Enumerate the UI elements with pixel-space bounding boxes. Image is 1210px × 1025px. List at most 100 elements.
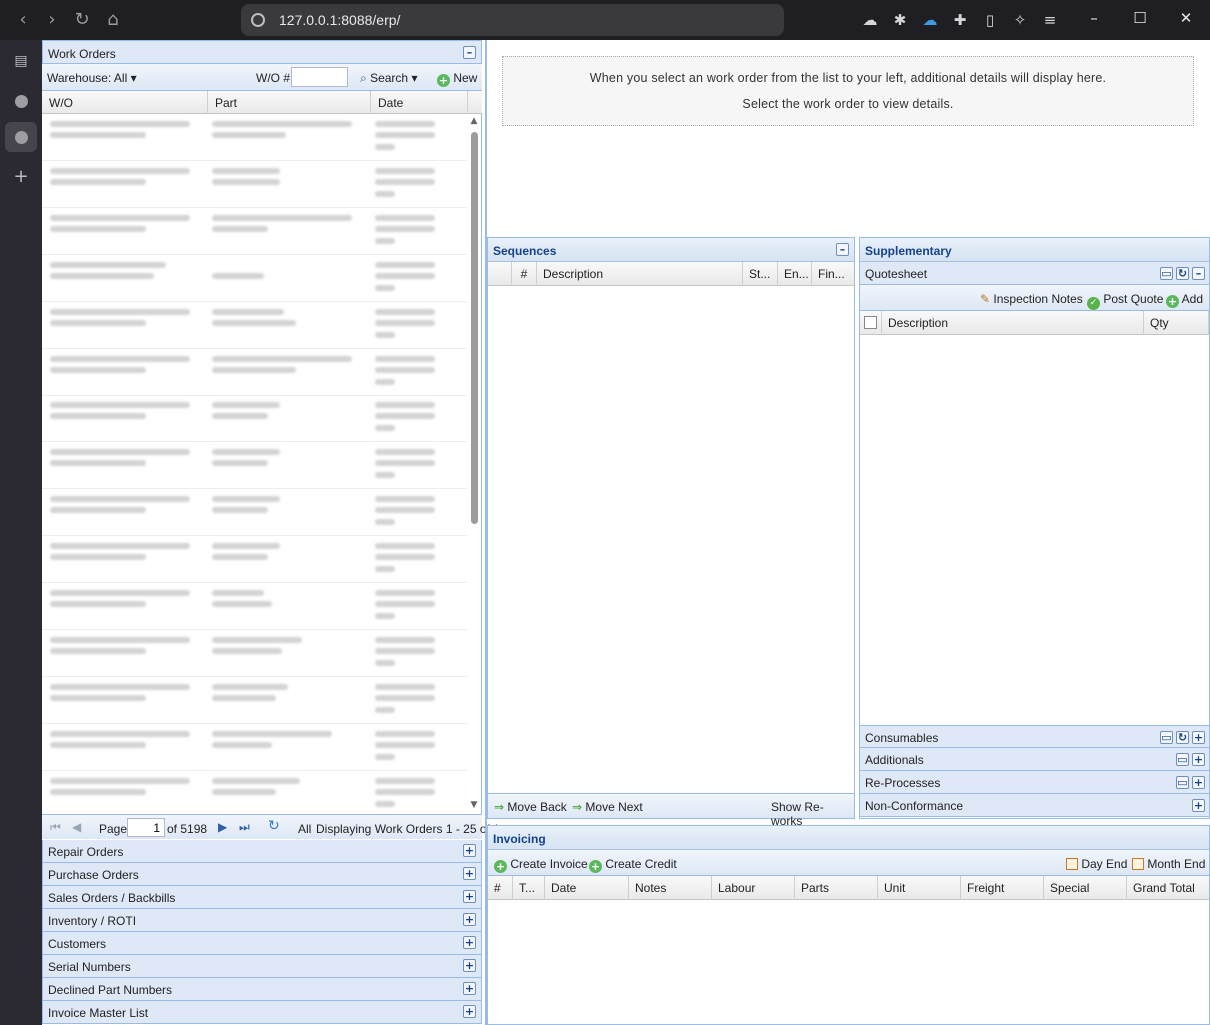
- next-page-icon[interactable]: ▶: [218, 820, 227, 834]
- column-header-unit[interactable]: Unit: [878, 876, 961, 900]
- post-quote-button[interactable]: ✓ Post Quote: [1087, 292, 1163, 310]
- table-row[interactable]: [42, 677, 467, 724]
- table-row[interactable]: [42, 395, 467, 443]
- non-conformance-header[interactable]: Non-Conformance +: [860, 794, 1209, 817]
- inspection-notes-button[interactable]: ✎ Inspection Notes: [980, 292, 1083, 306]
- sidebar-toggle-icon[interactable]: ▯: [980, 10, 1000, 30]
- accordion-repair-orders[interactable]: Repair Orders +: [42, 840, 482, 863]
- column-header-finish[interactable]: Fin...: [812, 262, 854, 286]
- scroll-down-icon[interactable]: ▼: [469, 800, 479, 810]
- add-button[interactable]: + Add: [1166, 292, 1203, 308]
- restore-icon[interactable]: ▭: [1160, 731, 1173, 744]
- table-row[interactable]: [42, 255, 467, 302]
- restore-icon[interactable]: ▭: [1160, 267, 1173, 280]
- expand-icon[interactable]: +: [1192, 776, 1205, 789]
- column-header-wo[interactable]: W/O: [42, 91, 208, 114]
- expand-icon[interactable]: +: [463, 959, 476, 972]
- accordion-invoice-master-list[interactable]: Invoice Master List +: [42, 1001, 482, 1024]
- table-row[interactable]: [42, 302, 467, 349]
- expand-icon[interactable]: +: [463, 982, 476, 995]
- back-icon[interactable]: ‹: [11, 8, 35, 32]
- extension-icon[interactable]: ✱: [890, 10, 910, 30]
- column-header-description[interactable]: Description: [882, 311, 1144, 335]
- accordion-inventory[interactable]: Inventory / ROTI +: [42, 909, 482, 932]
- add-tab-icon[interactable]: +: [9, 165, 33, 189]
- expand-icon[interactable]: +: [463, 844, 476, 857]
- prev-page-icon[interactable]: ◀: [72, 820, 81, 834]
- table-row[interactable]: [42, 724, 467, 771]
- refresh-icon[interactable]: ↻: [268, 818, 280, 834]
- minimize-icon[interactable]: –: [1079, 6, 1109, 30]
- search-button[interactable]: ⌕ Search ▾: [360, 71, 417, 86]
- expand-icon[interactable]: +: [463, 1005, 476, 1018]
- table-row[interactable]: [42, 114, 467, 161]
- expand-icon[interactable]: +: [1192, 799, 1205, 812]
- warehouse-dropdown[interactable]: Warehouse: All ▾: [47, 71, 137, 85]
- table-row[interactable]: [42, 583, 467, 630]
- restore-icon[interactable]: ▭: [1176, 753, 1189, 766]
- accordion-declined-part-numbers[interactable]: Declined Part Numbers +: [42, 978, 482, 1001]
- refresh-icon[interactable]: ↻: [1176, 731, 1189, 744]
- table-row[interactable]: [42, 536, 467, 584]
- consumables-header[interactable]: Consumables ▭ ↻ +: [860, 725, 1209, 748]
- menu-icon[interactable]: ≡: [1040, 10, 1060, 30]
- column-header-notes[interactable]: Notes: [629, 876, 712, 900]
- expand-icon[interactable]: +: [463, 913, 476, 926]
- sparkle-icon[interactable]: ✧: [1010, 10, 1030, 30]
- column-header-qty[interactable]: Qty: [1144, 311, 1209, 335]
- column-header-parts[interactable]: Parts: [795, 876, 878, 900]
- forward-icon[interactable]: ›: [40, 8, 64, 32]
- collapse-icon[interactable]: –: [1192, 267, 1205, 280]
- column-header-date[interactable]: Date: [371, 91, 468, 114]
- all-button[interactable]: All: [298, 822, 311, 836]
- expand-icon[interactable]: +: [1192, 731, 1205, 744]
- table-row[interactable]: [42, 161, 467, 208]
- sidebar-panel-icon[interactable]: ▤: [9, 49, 33, 73]
- table-row[interactable]: [42, 630, 467, 677]
- column-header-type[interactable]: T...: [513, 876, 545, 900]
- accordion-sales-orders[interactable]: Sales Orders / Backbills +: [42, 886, 482, 909]
- column-header-number[interactable]: #: [488, 876, 513, 900]
- address-bar[interactable]: 127.0.0.1:8088/erp/: [241, 4, 784, 36]
- day-end-button[interactable]: Day End: [1066, 857, 1127, 871]
- table-row[interactable]: [42, 489, 467, 537]
- cloud-icon[interactable]: ☁: [860, 10, 880, 30]
- move-back-button[interactable]: ⇒ Move Back: [494, 800, 567, 814]
- collapse-icon[interactable]: –: [463, 46, 476, 59]
- work-orders-scrollbar[interactable]: ▲ ▼: [468, 116, 480, 812]
- expand-icon[interactable]: +: [463, 890, 476, 903]
- expand-icon[interactable]: +: [463, 936, 476, 949]
- create-credit-button[interactable]: + Create Credit: [589, 857, 677, 873]
- last-page-icon[interactable]: ⏭: [239, 820, 250, 835]
- additionals-header[interactable]: Additionals ▭ +: [860, 748, 1209, 771]
- column-header-special[interactable]: Special: [1044, 876, 1127, 900]
- table-row[interactable]: [42, 771, 467, 814]
- table-row[interactable]: [42, 349, 467, 396]
- scroll-thumb[interactable]: [471, 132, 478, 524]
- reload-icon[interactable]: ↻: [70, 8, 94, 32]
- expand-icon[interactable]: +: [1192, 753, 1205, 766]
- first-page-icon[interactable]: ⏮: [50, 820, 61, 835]
- close-icon[interactable]: ✕: [1171, 6, 1201, 30]
- salesforce-icon[interactable]: ☁: [920, 10, 940, 30]
- expand-icon[interactable]: +: [463, 867, 476, 880]
- refresh-icon[interactable]: ↻: [1176, 267, 1189, 280]
- wo-number-input[interactable]: [291, 67, 348, 87]
- new-button[interactable]: + New: [437, 71, 477, 87]
- accordion-serial-numbers[interactable]: Serial Numbers +: [42, 955, 482, 978]
- site-info-icon[interactable]: [251, 13, 265, 27]
- quotesheet-header[interactable]: Quotesheet ▭ ↻ –: [860, 262, 1209, 285]
- globe-icon-active[interactable]: [5, 122, 37, 152]
- column-header-freight[interactable]: Freight: [961, 876, 1044, 900]
- maximize-icon[interactable]: ☐: [1125, 6, 1155, 30]
- column-header-part[interactable]: Part: [208, 91, 371, 114]
- select-all-checkbox[interactable]: [860, 311, 882, 335]
- show-reworks-button[interactable]: Show Re-works: [771, 800, 854, 828]
- column-header-status[interactable]: St...: [743, 262, 778, 286]
- scroll-up-icon[interactable]: ▲: [469, 116, 479, 126]
- create-invoice-button[interactable]: + Create Invoice: [494, 857, 588, 873]
- month-end-button[interactable]: Month End: [1132, 857, 1205, 871]
- home-icon[interactable]: ⌂: [101, 8, 125, 32]
- move-next-button[interactable]: ⇒ Move Next: [572, 800, 643, 814]
- puzzle-icon[interactable]: ✚: [950, 10, 970, 30]
